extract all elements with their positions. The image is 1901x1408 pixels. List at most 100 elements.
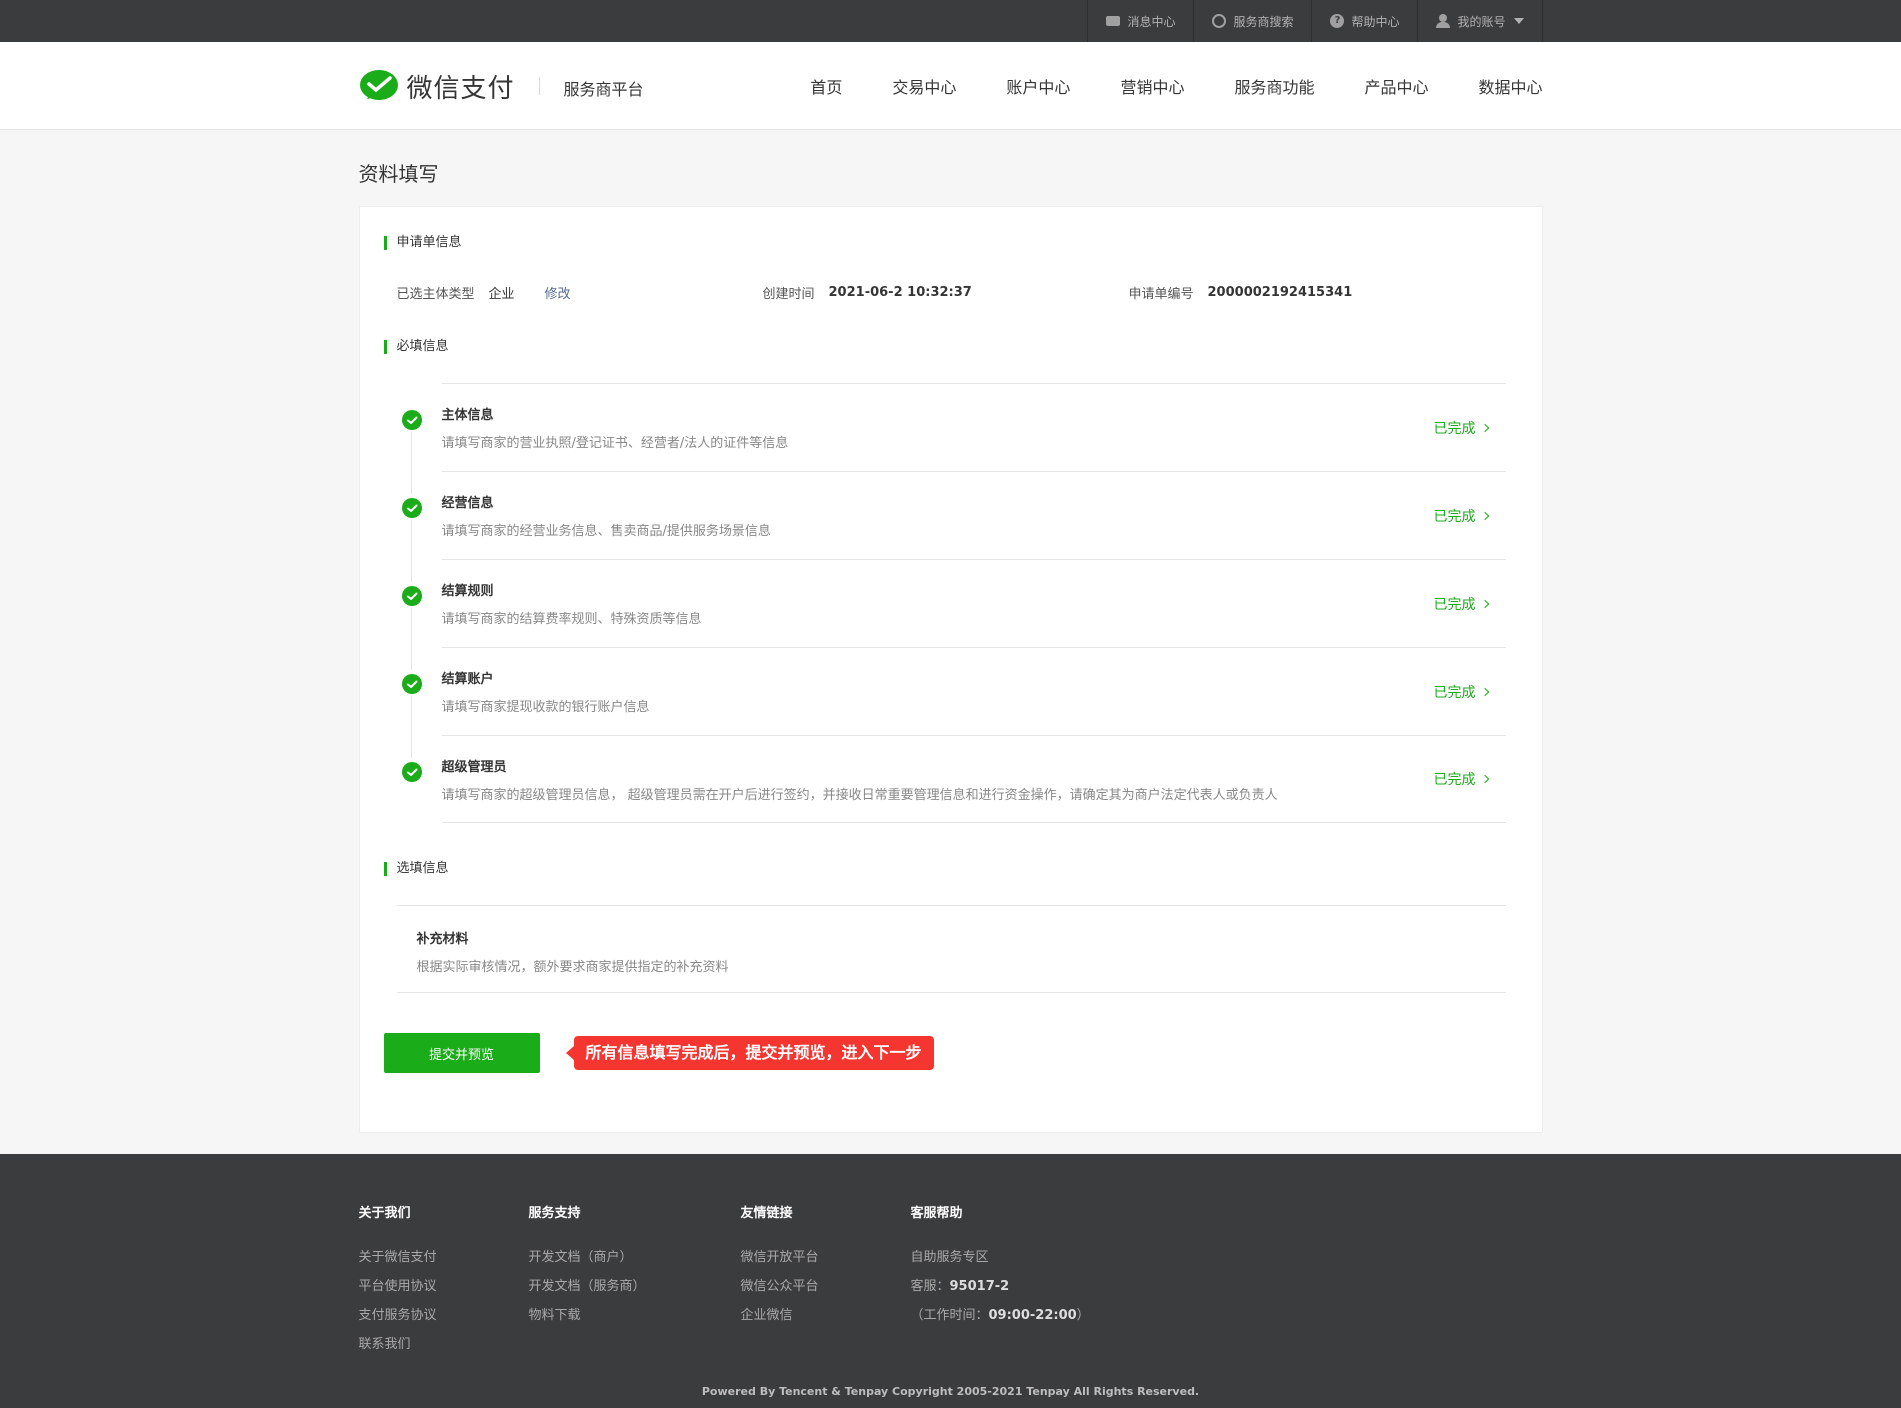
required-item-subject[interactable]: 主体信息 请填写商家的营业执照/登记证书、经营者/法人的证件等信息 已完成 (401, 383, 1506, 494)
provider-search-link[interactable]: 服务商搜索 (1193, 0, 1311, 42)
status-label: 已完成 (1433, 596, 1476, 613)
optional-section-title: 选填信息 (383, 861, 1506, 877)
mail-icon (1106, 16, 1121, 26)
my-account-label: 我的账号 (1457, 14, 1506, 29)
required-item-desc: 请填写商家的经营业务信息、售卖商品/提供服务场景信息 (441, 524, 771, 539)
footer: 关于我们 关于微信支付 平台使用协议 支付服务协议 联系我们 服务支持 开发文档… (0, 1154, 1901, 1408)
help-center-link[interactable]: ? 帮助中心 (1311, 0, 1417, 42)
optional-item-desc: 根据实际审核情况，额外要求商家提供指定的补充资料 (416, 960, 729, 975)
search-icon (1212, 14, 1227, 28)
check-circle-icon (401, 674, 422, 694)
required-item-super-admin[interactable]: 超级管理员 请填写商家的超级管理员信息， 超级管理员需在开户后进行签约，并接收日… (401, 735, 1506, 823)
subject-type-label: 已选主体类型 (396, 286, 475, 302)
header: 微信支付 服务商平台 首页 交易中心 账户中心 营销中心 服务商功能 产品中心 … (0, 42, 1901, 130)
working-hours: （工作时间：09:00-22:00） (910, 1308, 1090, 1323)
footer-link[interactable]: 物料下载 (529, 1301, 741, 1330)
logo-text: 微信支付 (406, 73, 515, 104)
submit-preview-button[interactable]: 提交并预览 (383, 1033, 540, 1073)
application-number-value: 2000002192415341 (1207, 284, 1353, 300)
footer-link[interactable]: 微信公众平台 (741, 1272, 911, 1301)
step-connector (410, 432, 412, 494)
footer-support-title: 服务支持 (528, 1206, 581, 1221)
footer-friends-title: 友情链接 (740, 1206, 793, 1221)
status-completed-link[interactable]: 已完成 (1434, 769, 1489, 789)
chevron-right-icon (1480, 423, 1489, 432)
check-circle-icon (401, 762, 422, 782)
required-item-name: 主体信息 (441, 408, 494, 423)
chevron-right-icon (1480, 511, 1489, 520)
main-content: 资料填写 申请单信息 已选主体类型 企业 修改 创建时间 2021-06-2 1… (358, 130, 1543, 1133)
nav-marketing[interactable]: 营销中心 (1120, 74, 1184, 98)
nav-products[interactable]: 产品中心 (1364, 74, 1428, 98)
modify-subject-link[interactable]: 修改 (545, 283, 571, 302)
status-completed-link[interactable]: 已完成 (1433, 682, 1489, 702)
user-icon (1436, 14, 1451, 28)
status-label: 已完成 (1433, 684, 1476, 701)
required-item-settlement-account[interactable]: 结算账户 请填写商家提现收款的银行账户信息 已完成 (401, 647, 1506, 758)
chevron-right-icon (1480, 599, 1489, 608)
footer-help: 客服帮助 自助服务专区 客服：95017-2 （工作时间：09:00-22:00… (911, 1202, 1211, 1359)
logo[interactable]: 微信支付 服务商平台 (359, 68, 644, 105)
check-circle-icon (401, 498, 422, 518)
main-nav: 首页 交易中心 账户中心 营销中心 服务商功能 产品中心 数据中心 (810, 74, 1542, 98)
required-item-name: 结算账户 (441, 672, 494, 687)
footer-about-title: 关于我们 (358, 1206, 411, 1221)
footer-help-title: 客服帮助 (910, 1206, 963, 1221)
required-item-desc: 请填写商家提现收款的银行账户信息 (441, 700, 650, 715)
top-bar: 消息中心 服务商搜索 ? 帮助中心 我的账号 (0, 0, 1901, 42)
required-item-business[interactable]: 经营信息 请填写商家的经营业务信息、售卖商品/提供服务场景信息 已完成 (401, 471, 1506, 582)
check-circle-icon (401, 410, 422, 430)
copyright: Powered By Tencent & Tenpay Copyright 20… (701, 1385, 1200, 1398)
required-item-settlement-rules[interactable]: 结算规则 请填写商家的结算费率规则、特殊资质等信息 已完成 (401, 559, 1506, 670)
footer-link[interactable]: 微信开放平台 (741, 1243, 911, 1272)
footer-support: 服务支持 开发文档（商户） 开发文档（服务商） 物料下载 (529, 1202, 741, 1359)
nav-home[interactable]: 首页 (810, 74, 842, 98)
provider-search-label: 服务商搜索 (1233, 14, 1294, 29)
application-section-title: 申请单信息 (383, 235, 1506, 251)
help-center-label: 帮助中心 (1351, 14, 1400, 29)
footer-link[interactable]: 开发文档（服务商） (529, 1272, 741, 1301)
self-service-link[interactable]: 自助服务专区 (911, 1243, 1211, 1272)
optional-item-name: 补充材料 (416, 932, 469, 947)
logo-divider (538, 77, 540, 95)
message-center-link[interactable]: 消息中心 (1087, 0, 1193, 42)
required-section-title: 必填信息 (383, 339, 1506, 355)
platform-name: 服务商平台 (563, 80, 644, 99)
required-item-name: 经营信息 (441, 496, 494, 511)
optional-item-supplement[interactable]: 补充材料 根据实际审核情况，额外要求商家提供指定的补充资料 (396, 905, 1506, 993)
status-completed-link[interactable]: 已完成 (1433, 418, 1489, 438)
footer-link[interactable]: 联系我们 (359, 1330, 529, 1359)
nav-account[interactable]: 账户中心 (1006, 74, 1070, 98)
nav-transactions[interactable]: 交易中心 (892, 74, 956, 98)
nav-provider-functions[interactable]: 服务商功能 (1234, 74, 1314, 98)
chevron-down-icon (1513, 18, 1524, 24)
footer-about: 关于我们 关于微信支付 平台使用协议 支付服务协议 联系我们 (359, 1202, 529, 1359)
chevron-right-icon (1480, 774, 1489, 784)
wechat-pay-logo-icon (359, 70, 398, 100)
footer-link[interactable]: 企业微信 (741, 1301, 911, 1330)
nav-data[interactable]: 数据中心 (1478, 74, 1542, 98)
required-item-name: 超级管理员 (441, 759, 507, 775)
my-account-menu[interactable]: 我的账号 (1417, 0, 1543, 42)
footer-link[interactable]: 关于微信支付 (359, 1243, 529, 1272)
help-icon: ? (1330, 14, 1345, 28)
footer-link[interactable]: 开发文档（商户） (529, 1243, 741, 1272)
created-time-value: 2021-06-2 10:32:37 (828, 284, 972, 300)
status-completed-link[interactable]: 已完成 (1433, 506, 1489, 526)
status-label: 已完成 (1433, 508, 1476, 525)
form-card: 申请单信息 已选主体类型 企业 修改 创建时间 2021-06-2 10:32:… (358, 206, 1543, 1133)
required-item-desc: 请填写商家的结算费率规则、特殊资质等信息 (441, 612, 702, 627)
status-label: 已完成 (1433, 420, 1476, 437)
required-item-name: 结算规则 (441, 584, 494, 599)
footer-link[interactable]: 平台使用协议 (359, 1272, 529, 1301)
subject-type-value: 企业 (488, 286, 515, 302)
page-title: 资料填写 (358, 162, 439, 186)
check-circle-icon (401, 586, 422, 606)
status-completed-link[interactable]: 已完成 (1433, 594, 1489, 614)
footer-friends: 友情链接 微信开放平台 微信公众平台 企业微信 (741, 1202, 911, 1359)
application-number-label: 申请单编号 (1128, 286, 1194, 302)
message-center-label: 消息中心 (1127, 14, 1176, 29)
footer-link[interactable]: 支付服务协议 (359, 1301, 529, 1330)
action-row: 提交并预览 所有信息填写完成后，提交并预览，进入下一步 (383, 1033, 1506, 1073)
created-time-label: 创建时间 (762, 286, 815, 302)
